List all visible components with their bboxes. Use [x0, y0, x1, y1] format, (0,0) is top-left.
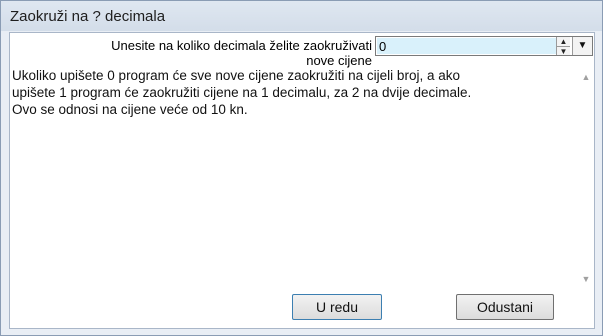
- info-text-area: Ukoliko upišete 0 program će sve nove ci…: [10, 65, 576, 285]
- prompt-line-1: Unesite na koliko decimala želite zaokru…: [111, 38, 372, 53]
- info-line-2: upišete 1 program će zaokružiti cijene n…: [12, 85, 472, 100]
- info-scrollbar[interactable]: ▲ ▼: [578, 65, 594, 290]
- info-line-1: Ukoliko upišete 0 program će sve nove ci…: [12, 68, 460, 83]
- window-title: Zaokruži na ? decimala: [10, 8, 166, 25]
- title-bar[interactable]: Zaokruži na ? decimala: [1, 1, 602, 31]
- decimals-prompt-label: Unesite na koliko decimala želite zaokru…: [20, 38, 372, 68]
- decimals-input[interactable]: [377, 38, 557, 54]
- scroll-up-icon[interactable]: ▲: [578, 69, 594, 85]
- spin-up-icon[interactable]: ▲: [556, 37, 570, 46]
- info-line-3: Ovo se odnosi na cijene veće od 10 kn.: [12, 102, 248, 117]
- spin-down-icon[interactable]: ▼: [556, 46, 570, 56]
- dialog-window: Zaokruži na ? decimala Unesite na koliko…: [0, 0, 603, 336]
- ok-button[interactable]: U redu: [292, 294, 382, 320]
- chevron-down-icon[interactable]: ▼: [572, 37, 592, 55]
- dialog-content: Unesite na koliko decimala želite zaokru…: [9, 32, 595, 329]
- cancel-button[interactable]: Odustani: [456, 294, 554, 320]
- decimals-spin-combo[interactable]: ▲ ▼ ▼: [375, 36, 593, 56]
- scroll-down-icon[interactable]: ▼: [578, 271, 594, 287]
